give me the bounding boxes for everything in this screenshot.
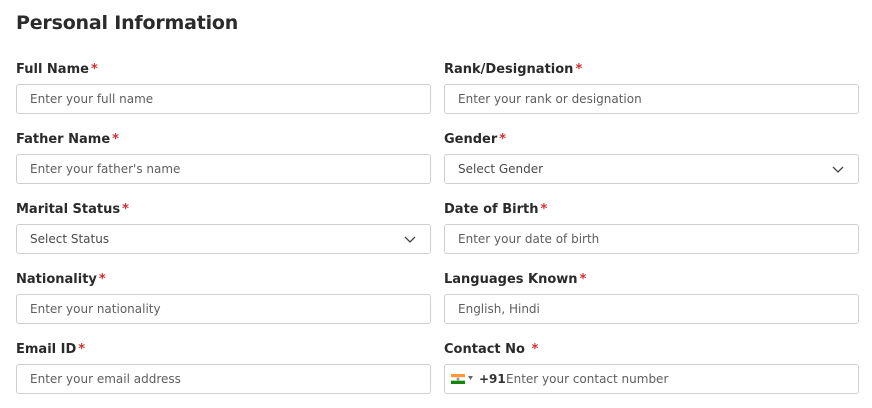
gender-label: Gender *: [444, 132, 507, 147]
required-asterisk: *: [78, 342, 86, 357]
gender-field: Gender * Select Gender: [444, 132, 859, 184]
nationality-field: Nationality *: [16, 272, 431, 324]
required-asterisk: *: [575, 62, 583, 77]
rank-input[interactable]: [445, 85, 838, 113]
marital-status-field: Marital Status * Select Status: [16, 202, 431, 254]
required-asterisk: *: [90, 62, 98, 77]
nationality-input[interactable]: [17, 295, 410, 323]
father-name-box: [16, 154, 431, 184]
dob-input[interactable]: [445, 225, 838, 253]
chevron-down-icon: [404, 236, 416, 243]
rank-box: [444, 84, 859, 114]
father-name-label: Father Name *: [16, 132, 119, 147]
email-field: Email ID *: [16, 342, 431, 394]
rank-field: Rank/Designation *: [444, 62, 859, 114]
languages-field: Languages Known *: [444, 272, 859, 324]
rank-label: Rank/Designation *: [444, 62, 583, 77]
email-input[interactable]: [17, 365, 410, 393]
full-name-field: Full Name *: [16, 62, 431, 114]
languages-label: Languages Known *: [444, 272, 587, 287]
section-title: Personal Information: [16, 12, 239, 34]
required-asterisk: *: [579, 272, 587, 287]
chevron-down-icon: [832, 166, 844, 173]
languages-input[interactable]: [445, 295, 838, 323]
full-name-label: Full Name *: [16, 62, 98, 77]
dob-box: [444, 224, 859, 254]
nationality-box: [16, 294, 431, 324]
required-asterisk: *: [98, 272, 106, 287]
required-asterisk: *: [122, 202, 129, 217]
contact-field: Contact No * +91: [444, 342, 859, 394]
languages-box: [444, 294, 859, 324]
father-name-input[interactable]: [17, 155, 410, 183]
personal-information-form: Personal Information Full Name* Rank/Des…: [0, 0, 872, 408]
email-label: Email ID *: [16, 342, 86, 357]
marital-status-select-value: Select Status: [30, 232, 110, 246]
dob-field: Date of Birth *: [444, 202, 859, 254]
father-name-field: Father Name *: [16, 132, 431, 184]
dob-label: Date of Birth *: [444, 202, 548, 217]
email-box: [16, 364, 431, 394]
full-name-box: [16, 84, 431, 114]
nationality-label: Nationality *: [16, 272, 106, 287]
marital-status-label: Marital Status *: [16, 202, 129, 217]
india-flag-icon[interactable]: [451, 374, 465, 384]
required-asterisk: *: [540, 202, 548, 217]
required-asterisk: *: [112, 132, 119, 147]
full-name-input[interactable]: [17, 85, 410, 113]
contact-number-input[interactable]: [506, 365, 836, 393]
country-dropdown-caret-icon[interactable]: [468, 376, 473, 380]
required-asterisk: *: [499, 132, 507, 147]
gender-select[interactable]: Select Gender: [444, 154, 859, 184]
country-code: +91: [479, 372, 506, 386]
marital-status-select[interactable]: Select Status: [16, 224, 431, 254]
gender-select-value: Select Gender: [458, 162, 544, 176]
contact-label: Contact No *: [444, 342, 539, 357]
required-asterisk: *: [531, 342, 539, 357]
contact-box: +91: [444, 364, 859, 394]
